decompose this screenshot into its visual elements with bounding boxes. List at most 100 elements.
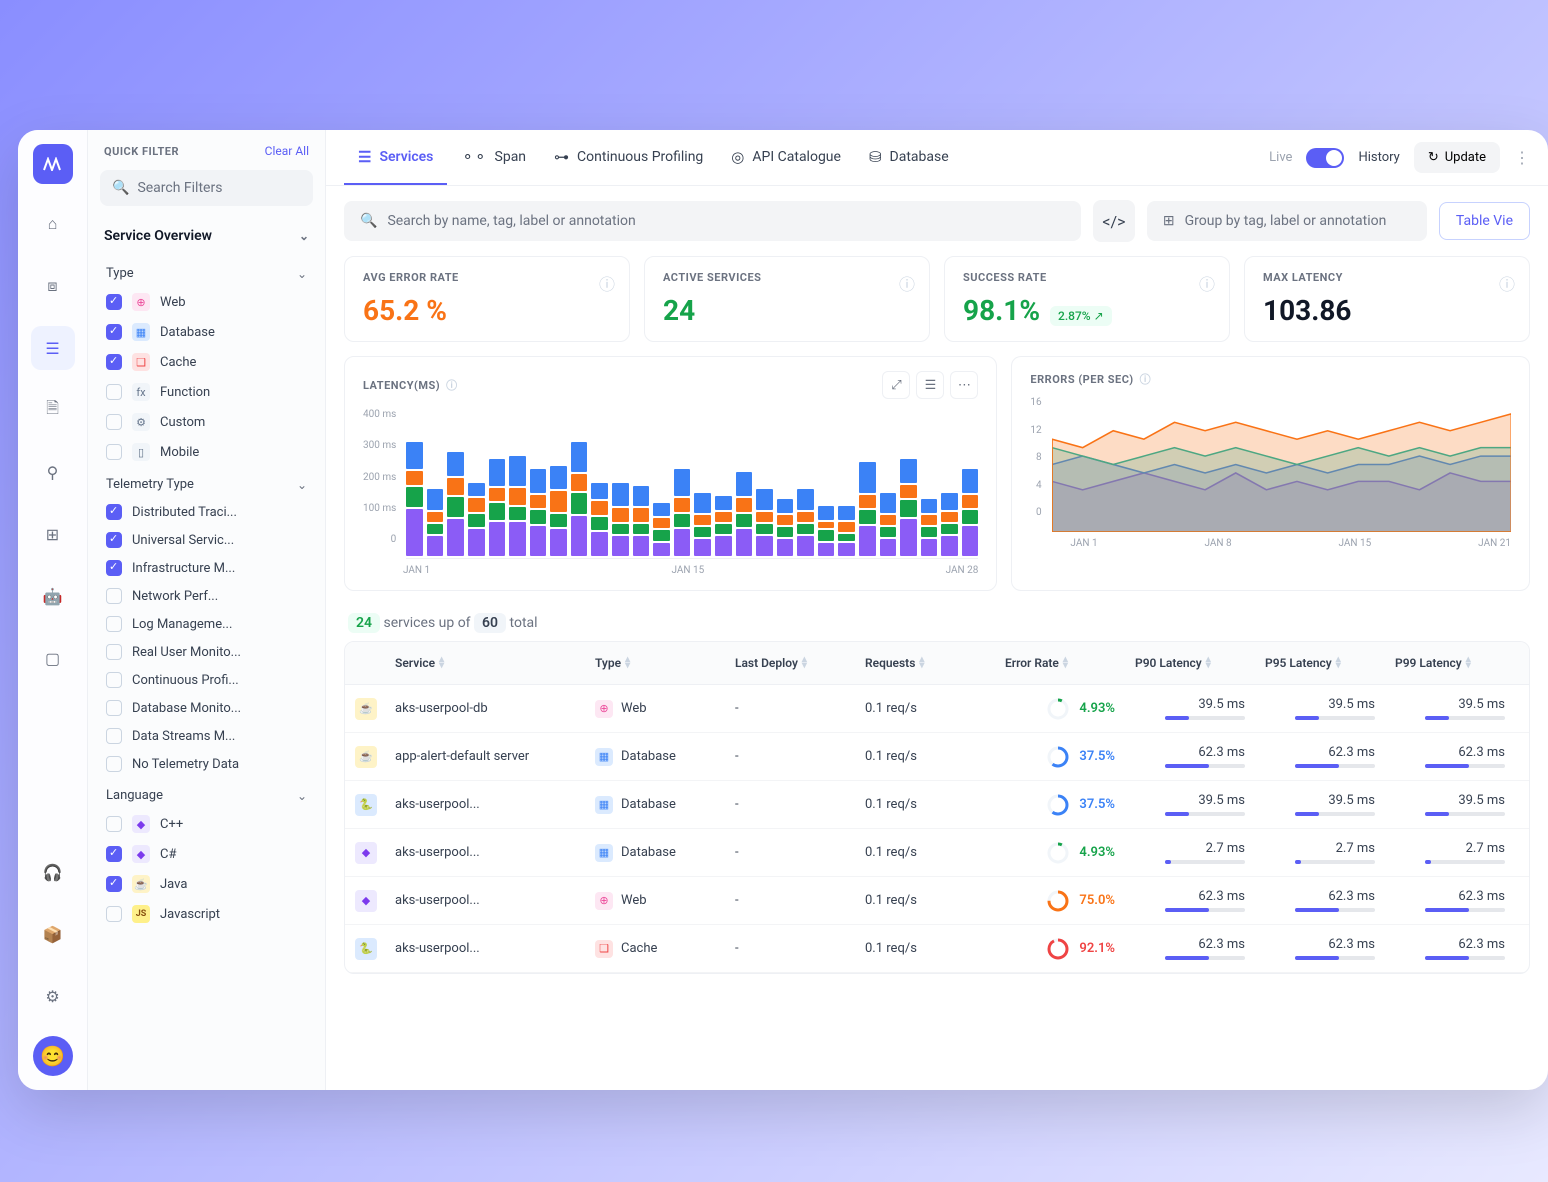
checkbox[interactable] [106, 532, 122, 548]
expand-icon[interactable]: ⤢ [882, 371, 910, 399]
table-row[interactable]: 🐍 aks-userpool... ▦Database - 0.1 req/s … [345, 781, 1529, 829]
bell-icon[interactable]: ⚲ [31, 450, 75, 494]
column-header[interactable]: Last Deploy▴▾ [725, 642, 855, 684]
filter-item[interactable]: No Telemetry Data [88, 750, 325, 778]
language-header[interactable]: Language⌄ [88, 778, 325, 809]
checkbox[interactable] [106, 384, 122, 400]
more-icon[interactable]: ⋮ [1514, 148, 1530, 167]
package-icon[interactable]: 📦 [31, 912, 75, 956]
bar[interactable] [921, 499, 938, 556]
filter-item[interactable]: Network Perf... [88, 582, 325, 610]
support-icon[interactable]: 🎧 [31, 850, 75, 894]
bar[interactable] [612, 483, 629, 557]
tab-database[interactable]: ⛁Database [855, 131, 963, 185]
settings-icon[interactable]: ⚙ [31, 974, 75, 1018]
filter-item[interactable]: Real User Monito... [88, 638, 325, 666]
home-icon[interactable]: ⌂ [31, 202, 75, 246]
bar[interactable] [838, 506, 855, 556]
stack-icon[interactable]: ⧈ [31, 264, 75, 308]
service-overview-header[interactable]: Service Overview⌄ [88, 216, 325, 256]
filter-item[interactable]: Distributed Traci... [88, 498, 325, 526]
services-icon[interactable]: ☰ [31, 326, 75, 370]
sort-icon[interactable]: ▴▾ [802, 657, 807, 669]
bar[interactable] [530, 469, 547, 556]
filter-item[interactable]: ⚙Custom [88, 407, 325, 437]
code-view-button[interactable]: </> [1093, 200, 1135, 242]
table-row[interactable]: ◆ aks-userpool... ▦Database - 0.1 req/s … [345, 829, 1529, 877]
bot-icon[interactable]: 🤖 [31, 574, 75, 618]
bar[interactable] [736, 472, 753, 556]
user-avatar[interactable]: 😊 [33, 1036, 73, 1076]
bar[interactable] [489, 459, 506, 556]
bar[interactable] [509, 456, 526, 557]
sort-icon[interactable]: ▴▾ [439, 657, 444, 669]
bar[interactable] [797, 489, 814, 556]
tab-api-catalogue[interactable]: ◎API Catalogue [717, 131, 855, 185]
sort-icon[interactable]: ▴▾ [625, 657, 630, 669]
sort-icon[interactable]: ▴▾ [1206, 657, 1211, 669]
sort-icon[interactable]: ▴▾ [1336, 657, 1341, 669]
bar[interactable] [694, 493, 711, 556]
filter-item[interactable]: Log Manageme... [88, 610, 325, 638]
filter-item[interactable]: ⊕Web [88, 287, 325, 317]
bar[interactable] [447, 452, 464, 556]
filter-item[interactable]: Universal Servic... [88, 526, 325, 554]
bar[interactable] [468, 483, 485, 557]
filter-item[interactable]: Database Monito... [88, 694, 325, 722]
checkbox[interactable] [106, 324, 122, 340]
clear-all-link[interactable]: Clear All [265, 144, 309, 158]
filter-item[interactable]: ☕Java [88, 869, 325, 899]
bar[interactable] [406, 442, 423, 556]
bar[interactable] [962, 469, 979, 556]
sort-icon[interactable]: ▴▾ [1466, 657, 1471, 669]
filter-icon[interactable]: ☰ [916, 371, 944, 399]
grid-icon[interactable]: ⊞ [31, 512, 75, 556]
filter-item[interactable]: ▯Mobile [88, 437, 325, 467]
table-row[interactable]: 🐍 aks-userpool... ❑Cache - 0.1 req/s 92.… [345, 925, 1529, 973]
filter-item[interactable]: fxFunction [88, 377, 325, 407]
bar[interactable] [900, 459, 917, 556]
bar[interactable] [674, 469, 691, 556]
table-row[interactable]: ☕ aks-userpool-db ⊕Web - 0.1 req/s 4.93%… [345, 685, 1529, 733]
column-header[interactable]: Service▴▾ [385, 642, 585, 684]
bar[interactable] [756, 489, 773, 556]
type-header[interactable]: Type⌄ [88, 256, 325, 287]
checkbox[interactable] [106, 816, 122, 832]
monitor-icon[interactable]: ▢ [31, 636, 75, 680]
column-header[interactable]: Error Rate▴▾ [995, 642, 1125, 684]
checkbox[interactable] [106, 644, 122, 660]
checkbox[interactable] [106, 756, 122, 772]
filter-item[interactable]: ◆C# [88, 839, 325, 869]
bar[interactable] [571, 442, 588, 556]
checkbox[interactable] [106, 560, 122, 576]
column-header[interactable]: P90 Latency▴▾ [1125, 642, 1255, 684]
checkbox[interactable] [106, 414, 122, 430]
app-logo[interactable] [33, 144, 73, 184]
column-header[interactable]: P99 Latency▴▾ [1385, 642, 1515, 684]
more-icon[interactable]: ⋯ [950, 371, 978, 399]
filter-item[interactable]: Data Streams M... [88, 722, 325, 750]
update-button[interactable]: ↻ Update [1414, 142, 1500, 173]
bar[interactable] [818, 506, 835, 556]
checkbox[interactable] [106, 876, 122, 892]
checkbox[interactable] [106, 616, 122, 632]
sort-icon[interactable]: ▴▾ [1063, 657, 1068, 669]
checkbox[interactable] [106, 728, 122, 744]
document-icon[interactable]: 🗎 [31, 388, 75, 432]
filter-item[interactable]: Infrastructure M... [88, 554, 325, 582]
tab-continuous-profiling[interactable]: ⊶Continuous Profiling [540, 131, 717, 185]
sort-icon[interactable]: ▴▾ [919, 657, 924, 669]
filter-item[interactable]: ▦Database [88, 317, 325, 347]
bar[interactable] [715, 496, 732, 556]
checkbox[interactable] [106, 444, 122, 460]
main-search-input[interactable]: 🔍 Search by name, tag, label or annotati… [344, 201, 1081, 241]
checkbox[interactable] [106, 504, 122, 520]
bar[interactable] [880, 493, 897, 556]
info-icon[interactable]: ⓘ [599, 271, 615, 295]
filter-item[interactable]: JSJavascript [88, 899, 325, 929]
bar[interactable] [427, 489, 444, 556]
telemetry-header[interactable]: Telemetry Type⌄ [88, 467, 325, 498]
filter-item[interactable]: Continuous Profi... [88, 666, 325, 694]
group-by-input[interactable]: ⊞ Group by tag, label or annotation [1147, 201, 1427, 241]
column-header[interactable]: Requests▴▾ [855, 642, 995, 684]
